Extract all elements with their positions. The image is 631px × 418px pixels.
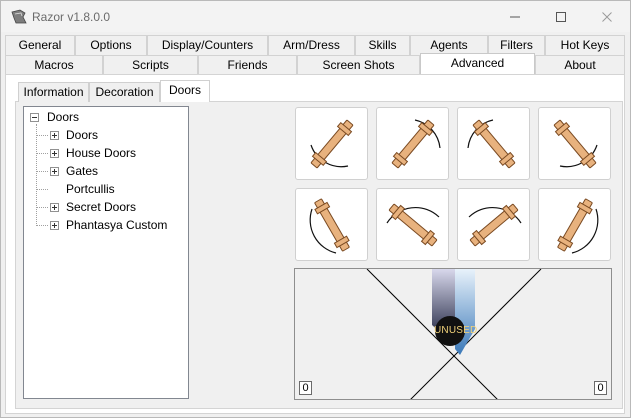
tab-arm-dress[interactable]: Arm/Dress <box>268 35 355 55</box>
expand-icon[interactable] <box>50 203 59 212</box>
expand-icon[interactable] <box>50 149 59 158</box>
door-swing-icon <box>309 198 350 254</box>
maximize-button[interactable] <box>538 1 584 32</box>
tree-connector <box>36 225 48 226</box>
tab-screen-shots[interactable]: Screen Shots <box>297 55 420 75</box>
tab-scripts[interactable]: Scripts <box>103 55 198 75</box>
door-button-1[interactable] <box>295 107 368 180</box>
tree-connector <box>36 189 48 190</box>
item-preview: UNUSED 0 0 <box>294 268 612 400</box>
unused-item-label: UNUSED <box>434 325 478 336</box>
door-button-7[interactable] <box>457 188 530 261</box>
subtab-decoration[interactable]: Decoration <box>89 82 160 102</box>
tab-advanced[interactable]: Advanced <box>420 53 535 75</box>
door-button-4[interactable] <box>538 107 611 180</box>
subtab-doors[interactable]: Doors <box>160 80 210 102</box>
tab-filters[interactable]: Filters <box>488 35 545 55</box>
tree-connector <box>36 207 48 208</box>
tree-connector <box>36 153 48 154</box>
tab-agents[interactable]: Agents <box>410 35 488 55</box>
door-swing-icon <box>386 203 440 247</box>
door-swing-icon <box>467 119 516 169</box>
tree-connector <box>36 135 48 136</box>
tab-about[interactable]: About <box>535 55 625 75</box>
close-button[interactable] <box>584 1 630 32</box>
expand-icon[interactable] <box>50 131 59 140</box>
tab-row-1: General Options Display/Counters Arm/Dre… <box>1 35 630 55</box>
preview-coord-left: 0 <box>299 381 312 395</box>
maximize-icon <box>556 12 566 22</box>
title-bar: Razor v1.8.0.0 <box>1 1 630 32</box>
door-button-2[interactable] <box>376 107 449 180</box>
tab-skills[interactable]: Skills <box>355 35 410 55</box>
tree-node-label: House Doors <box>66 146 137 160</box>
tab-options[interactable]: Options <box>75 35 147 55</box>
door-button-8[interactable] <box>538 188 611 261</box>
door-button-3[interactable] <box>457 107 530 180</box>
minimize-button[interactable] <box>492 1 538 32</box>
preview-coord-right: 0 <box>594 381 607 395</box>
window-title: Razor v1.8.0.0 <box>32 10 111 24</box>
tab-general[interactable]: General <box>5 35 75 55</box>
close-icon <box>602 12 612 22</box>
door-swing-icon <box>557 198 599 254</box>
door-swing-icon <box>553 119 598 169</box>
tree-node-label: Gates <box>66 164 99 178</box>
door-swing-icon <box>310 119 354 169</box>
doors-tree-view[interactable]: Doors Doors House Doors Gates Portcullis… <box>23 106 189 399</box>
minimize-icon <box>510 16 520 18</box>
razor-window: Razor v1.8.0.0 General Options Display/C… <box>0 0 631 418</box>
tree-node-label: Secret Doors <box>66 200 137 214</box>
expand-icon[interactable] <box>50 167 59 176</box>
door-button-5[interactable] <box>295 188 368 261</box>
tree-node-label: Doors <box>66 128 99 142</box>
tab-display-counters[interactable]: Display/Counters <box>147 35 268 55</box>
razor-app-icon <box>11 9 27 24</box>
tree-connector <box>36 171 48 172</box>
tab-row-2: Macros Scripts Friends Screen Shots Adva… <box>1 53 630 75</box>
collapse-icon[interactable] <box>30 113 39 122</box>
tree-connector <box>36 124 37 226</box>
subtab-information[interactable]: Information <box>18 82 89 102</box>
door-swing-icon <box>468 203 522 247</box>
tree-node-label: Portcullis <box>66 182 115 196</box>
door-swing-icon <box>391 119 441 169</box>
tree-node-label: Phantasya Custom <box>66 218 168 232</box>
tab-hot-keys[interactable]: Hot Keys <box>545 35 625 55</box>
expand-icon[interactable] <box>50 221 59 230</box>
tab-macros[interactable]: Macros <box>5 55 103 75</box>
tab-friends[interactable]: Friends <box>198 55 297 75</box>
tree-node-label: Doors <box>47 110 80 124</box>
door-button-6[interactable] <box>376 188 449 261</box>
